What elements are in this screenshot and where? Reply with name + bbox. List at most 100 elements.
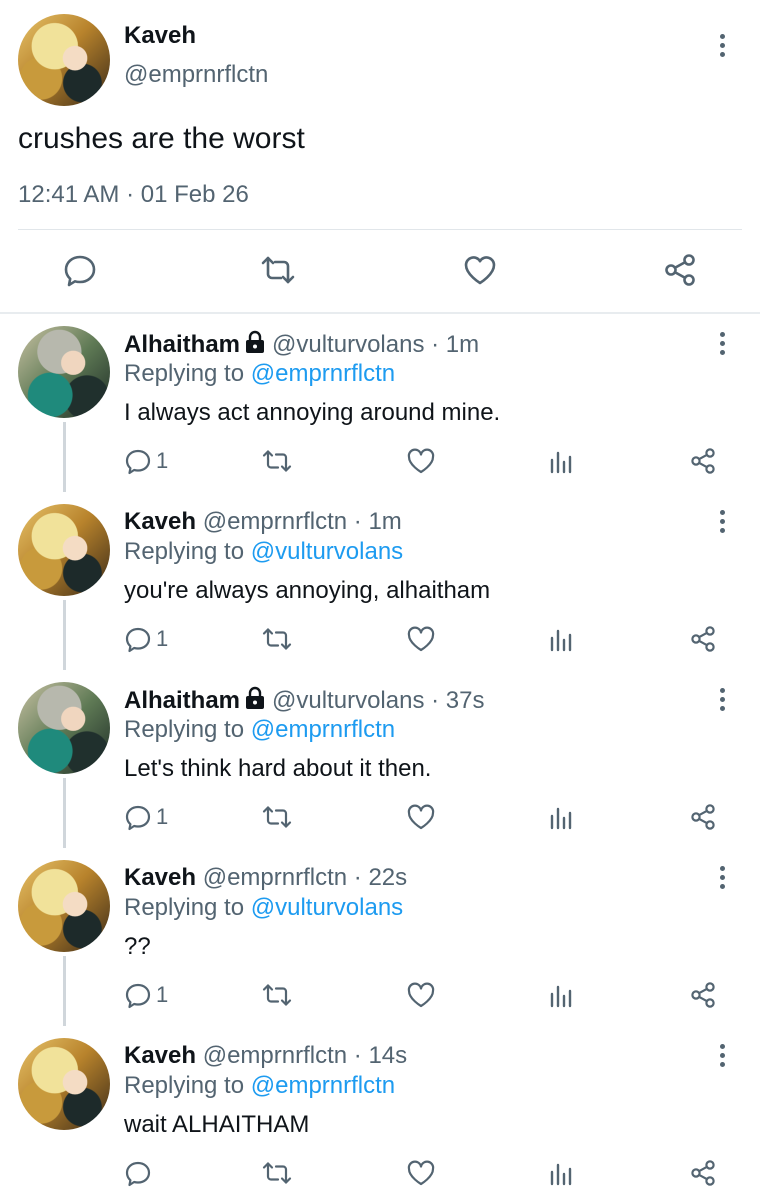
reply-text: ??: [124, 933, 151, 960]
more-options-icon[interactable]: [716, 688, 728, 716]
reply-count: 1: [156, 626, 169, 651]
author-handle[interactable]: @emprnrflctn: [124, 61, 268, 89]
reply-button[interactable]: 1: [124, 802, 168, 832]
author-name[interactable]: Alhaitham: [124, 687, 240, 714]
reply-header: Kaveh @emprnrflctn · 14s: [124, 1042, 407, 1070]
reply-header: Alhaitham @vulturvolans · 37s: [124, 686, 484, 717]
avatar[interactable]: [18, 504, 110, 596]
author-name[interactable]: Kaveh: [124, 22, 196, 50]
mention-link[interactable]: @emprnrflctn: [251, 1072, 395, 1099]
lock-icon: [244, 686, 266, 717]
reply-button[interactable]: [124, 1158, 156, 1188]
analytics-button[interactable]: [548, 624, 574, 654]
share-button[interactable]: [688, 1158, 718, 1188]
retweet-icon: [262, 981, 292, 1009]
avatar[interactable]: [18, 14, 110, 106]
reply-tweet[interactable]: Kaveh @emprnrflctn · 14s Replying to @em…: [0, 1026, 760, 1200]
reply-button[interactable]: 1: [124, 446, 168, 476]
main-tweet: Kaveh @emprnrflctn crushes are the worst…: [0, 0, 760, 312]
reply-tweet[interactable]: Kaveh @emprnrflctn · 1m Replying to @vul…: [0, 492, 760, 670]
reply-time: · 22s: [353, 864, 408, 891]
reply-icon[interactable]: [62, 252, 98, 288]
reply-actions: 1: [0, 622, 760, 662]
author-name[interactable]: Kaveh: [124, 508, 196, 535]
reply-header: Kaveh @emprnrflctn · 22s: [124, 864, 407, 892]
mention-link[interactable]: @vulturvolans: [251, 538, 403, 565]
tweet-timestamp: 12:41 AM · 01 Feb 26: [18, 181, 249, 208]
like-icon: [406, 981, 436, 1009]
author-name[interactable]: Kaveh: [124, 1042, 196, 1069]
analytics-icon: [548, 803, 574, 831]
share-icon: [688, 624, 718, 654]
like-button[interactable]: [406, 624, 436, 654]
replying-to: Replying to @vulturvolans: [124, 538, 403, 566]
more-options-icon[interactable]: [716, 510, 728, 538]
retweet-button[interactable]: [262, 980, 292, 1010]
author-handle[interactable]: @emprnrflctn: [203, 508, 347, 535]
like-icon[interactable]: [462, 252, 498, 288]
like-icon: [406, 625, 436, 653]
reply-text: Let's think hard about it then.: [124, 755, 432, 782]
mention-link[interactable]: @vulturvolans: [251, 894, 403, 921]
like-button[interactable]: [406, 1158, 436, 1188]
like-icon: [406, 1159, 436, 1187]
replying-label: Replying to: [124, 894, 251, 921]
author-name[interactable]: Alhaitham: [124, 331, 240, 358]
share-icon: [688, 980, 718, 1010]
share-icon[interactable]: [662, 252, 698, 288]
more-options-icon[interactable]: [716, 866, 728, 894]
author-handle[interactable]: @vulturvolans: [272, 687, 424, 714]
avatar[interactable]: [18, 860, 110, 952]
share-button[interactable]: [688, 802, 718, 832]
reply-button[interactable]: 1: [124, 624, 168, 654]
lock-icon: [244, 330, 266, 361]
retweet-icon: [262, 1159, 292, 1187]
reply-icon: [124, 803, 152, 831]
more-options-icon[interactable]: [716, 1044, 728, 1072]
replying-to: Replying to @emprnrflctn: [124, 1072, 395, 1100]
retweet-button[interactable]: [262, 624, 292, 654]
reply-actions: 1: [0, 800, 760, 840]
reply-tweet[interactable]: Alhaitham @vulturvolans · 1m Replying to …: [0, 314, 760, 492]
retweet-icon: [262, 803, 292, 831]
share-button[interactable]: [688, 624, 718, 654]
share-button[interactable]: [688, 980, 718, 1010]
avatar[interactable]: [18, 682, 110, 774]
reply-button[interactable]: 1: [124, 980, 168, 1010]
reply-tweet[interactable]: Alhaitham @vulturvolans · 37s Replying to…: [0, 670, 760, 848]
analytics-button[interactable]: [548, 446, 574, 476]
reply-time: · 37s: [431, 687, 485, 714]
author-handle[interactable]: @emprnrflctn: [203, 864, 347, 891]
like-button[interactable]: [406, 446, 436, 476]
reply-count: 1: [156, 448, 169, 473]
mention-link[interactable]: @emprnrflctn: [251, 716, 395, 743]
retweet-icon[interactable]: [260, 252, 296, 288]
share-icon: [688, 1158, 718, 1188]
reply-actions: 1: [0, 978, 760, 1018]
like-icon: [406, 447, 436, 475]
author-name[interactable]: Kaveh: [124, 864, 196, 891]
avatar[interactable]: [18, 1038, 110, 1130]
mention-link[interactable]: @emprnrflctn: [251, 360, 395, 387]
retweet-button[interactable]: [262, 1158, 292, 1188]
reply-tweet[interactable]: Kaveh @emprnrflctn · 22s Replying to @vu…: [0, 848, 760, 1026]
like-button[interactable]: [406, 802, 436, 832]
reply-actions: 1: [0, 444, 760, 484]
author-handle[interactable]: @emprnrflctn: [203, 1042, 347, 1069]
share-icon: [688, 446, 718, 476]
analytics-button[interactable]: [548, 802, 574, 832]
replying-label: Replying to: [124, 716, 251, 743]
share-button[interactable]: [688, 446, 718, 476]
retweet-button[interactable]: [262, 802, 292, 832]
analytics-button[interactable]: [548, 980, 574, 1010]
retweet-button[interactable]: [262, 446, 292, 476]
reply-header: Alhaitham @vulturvolans · 1m: [124, 330, 479, 361]
more-options-icon[interactable]: [716, 34, 728, 62]
avatar[interactable]: [18, 326, 110, 418]
tweet-text: crushes are the worst: [18, 122, 305, 155]
author-handle[interactable]: @vulturvolans: [272, 331, 424, 358]
more-options-icon[interactable]: [716, 332, 728, 360]
like-button[interactable]: [406, 980, 436, 1010]
share-icon: [688, 802, 718, 832]
analytics-button[interactable]: [548, 1158, 574, 1188]
